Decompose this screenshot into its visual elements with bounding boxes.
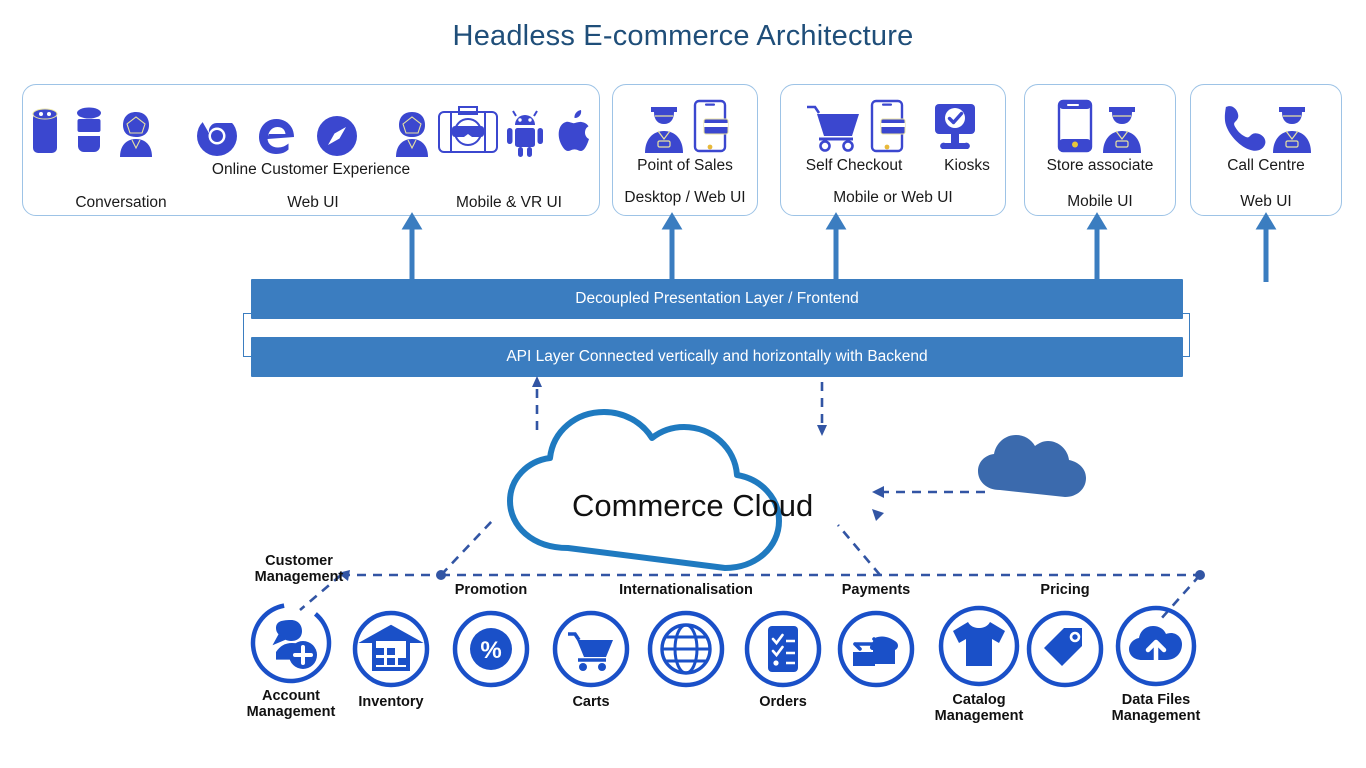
commerce-cloud-label: Commerce Cloud [572,488,814,523]
apple-icon [558,110,589,151]
diagram-canvas: Headless E-commerce Architecture Online … [0,0,1366,768]
kiosk-check-icon [935,104,975,149]
service-label-data-files-management: Data Files Management [1111,692,1201,725]
service-label-promotion: Promotion [454,582,528,598]
checklist-icon [744,610,822,688]
tshirt-icon [938,605,1020,687]
service-node-payments[interactable]: Payments [835,582,917,695]
phone-handset-icon [1224,106,1266,151]
channel-toplabel-call-centre: Call Centre [1227,157,1305,174]
phone-card-icon [693,99,729,153]
warehouse-icon [352,610,430,688]
tablet-icon [1057,99,1093,153]
channel-sublabel-kiosks: Kiosks [944,157,990,174]
phone-card-icon [870,99,906,153]
service-label-inventory: Inventory [358,694,424,710]
vr-headset-icon [438,106,498,153]
service-node-inventory[interactable]: Inventory [350,608,432,710]
channel-botlabel-call-centre: Web UI [1240,193,1292,210]
person-agent-icon [120,112,152,157]
cloud-upload-icon [1115,605,1197,687]
chrome-icon [197,113,238,156]
service-label-account-management: Account Management [246,688,336,721]
channel-card-point-of-sales[interactable]: Point of Sales Desktop / Web UI [612,84,758,216]
channel-card-online-customer-experience[interactable]: Online Customer Experience Conversation … [22,84,600,216]
service-label-payments: Payments [841,582,911,598]
service-label-pricing: Pricing [1040,582,1090,598]
user-add-icon [250,602,332,684]
smart-speaker-icon [32,108,58,153]
channel-midlabel-online-customer-experience: Online Customer Experience [211,161,411,178]
service-node-account-management[interactable]: Account Management [247,600,335,720]
percent-icon: % [452,610,530,688]
edge-icon [259,119,295,154]
service-node-internationalisation[interactable]: Internationalisation [619,582,753,695]
channel-card-self-checkout-kiosks[interactable]: Self Checkout Kiosks Mobile or Web UI [780,84,1006,216]
person-agent-icon [396,112,428,157]
safari-icon [317,116,358,156]
service-node-data-files-management[interactable]: Data Files Management [1112,602,1200,724]
service-node-orders[interactable]: Orders [742,608,824,710]
service-label-carts: Carts [572,694,610,710]
channel-sublabel-self-checkout: Self Checkout [805,157,903,174]
service-node-carts[interactable]: Carts [550,608,632,710]
channel-connectors [401,212,1277,282]
svg-text:%: % [480,637,501,664]
page-title: Headless E-commerce Architecture [452,20,914,52]
service-node-catalog-management[interactable]: Catalog Management [935,602,1023,724]
service-extra-label-customer-management: Customer Management [254,553,344,586]
presentation-layer-label: Decoupled Presentation Layer / Frontend [575,290,859,307]
service-node-pricing[interactable]: Pricing [1024,582,1106,695]
android-icon [507,110,543,157]
channel-toplabel-store-associate: Store associate [1046,157,1154,174]
store-clerk-icon [1103,107,1141,153]
channel-card-call-centre[interactable]: Call Centre Web UI [1190,84,1342,216]
channel-botlabel-store-associate: Mobile UI [1067,193,1133,210]
store-clerk-icon [1273,107,1311,153]
channel-botlabel-self-checkout-kiosks: Mobile or Web UI [833,189,953,206]
channel-toplabel-point-of-sales: Point of Sales [637,157,733,174]
cart-icon [552,610,630,688]
api-layer-label: API Layer Connected vertically and horiz… [506,348,928,365]
channel-botlabel-point-of-sales: Desktop / Web UI [624,189,746,206]
shopping-cart-icon [807,105,859,152]
service-node-promotion[interactable]: % Promotion [450,582,532,695]
smart-speaker-dot-icon [77,107,101,152]
globe-icon [647,610,725,688]
hand-card-icon [837,610,915,688]
store-clerk-icon [645,107,683,153]
price-tag-icon [1026,610,1104,688]
channel-card-store-associate[interactable]: Store associate Mobile UI [1024,84,1176,216]
presentation-layer-bar[interactable]: Decoupled Presentation Layer / Frontend [251,279,1183,319]
service-label-internationalisation: Internationalisation [619,582,753,598]
service-label-catalog-management: Catalog Management [934,692,1024,725]
service-label-orders: Orders [759,694,807,710]
